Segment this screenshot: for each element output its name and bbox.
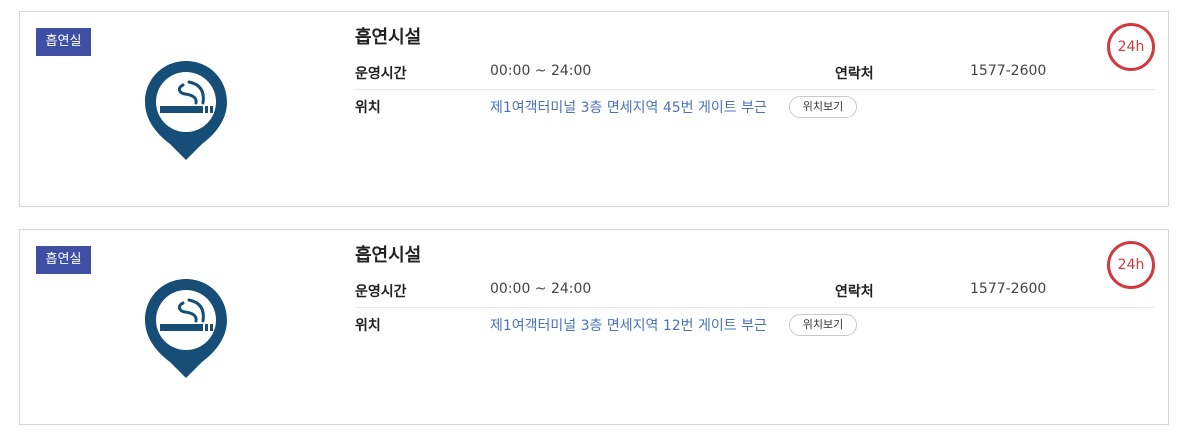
- facility-card: 흡연실 흡연시설 운영시간 00:00 ~ 24:00 연락처 1577-260…: [19, 229, 1169, 425]
- open-24h-badge: 24h: [1107, 241, 1155, 289]
- facility-title: 흡연시설: [355, 27, 422, 48]
- facility-title: 흡연시설: [355, 245, 422, 266]
- location-label: 위치: [355, 318, 381, 334]
- category-badge: 흡연실: [36, 28, 91, 56]
- hours-value: 00:00 ~ 24:00: [490, 281, 592, 297]
- smoking-pin-icon: [145, 61, 227, 160]
- smoking-pin-icon: [145, 279, 227, 378]
- contact-label: 연락처: [835, 66, 874, 82]
- location-value: 제1여객터미널 3층 면세지역 45번 게이트 부근: [490, 100, 767, 116]
- view-location-button[interactable]: 위치보기: [789, 96, 857, 118]
- contact-label: 연락처: [835, 284, 874, 300]
- hours-label: 운영시간: [355, 284, 407, 300]
- facility-card: 흡연실 흡연시설 운영시간 00:00 ~ 24:00 연락처 1577-260…: [19, 11, 1169, 207]
- view-location-button[interactable]: 위치보기: [789, 314, 857, 336]
- contact-value: 1577-2600: [970, 63, 1047, 79]
- open-24h-badge: 24h: [1107, 23, 1155, 71]
- location-value: 제1여객터미널 3층 면세지역 12번 게이트 부근: [490, 318, 767, 334]
- divider: [355, 89, 1155, 90]
- hours-value: 00:00 ~ 24:00: [490, 63, 592, 79]
- contact-value: 1577-2600: [970, 281, 1047, 297]
- location-label: 위치: [355, 100, 381, 116]
- divider: [355, 307, 1155, 308]
- category-badge: 흡연실: [36, 246, 91, 274]
- hours-label: 운영시간: [355, 66, 407, 82]
